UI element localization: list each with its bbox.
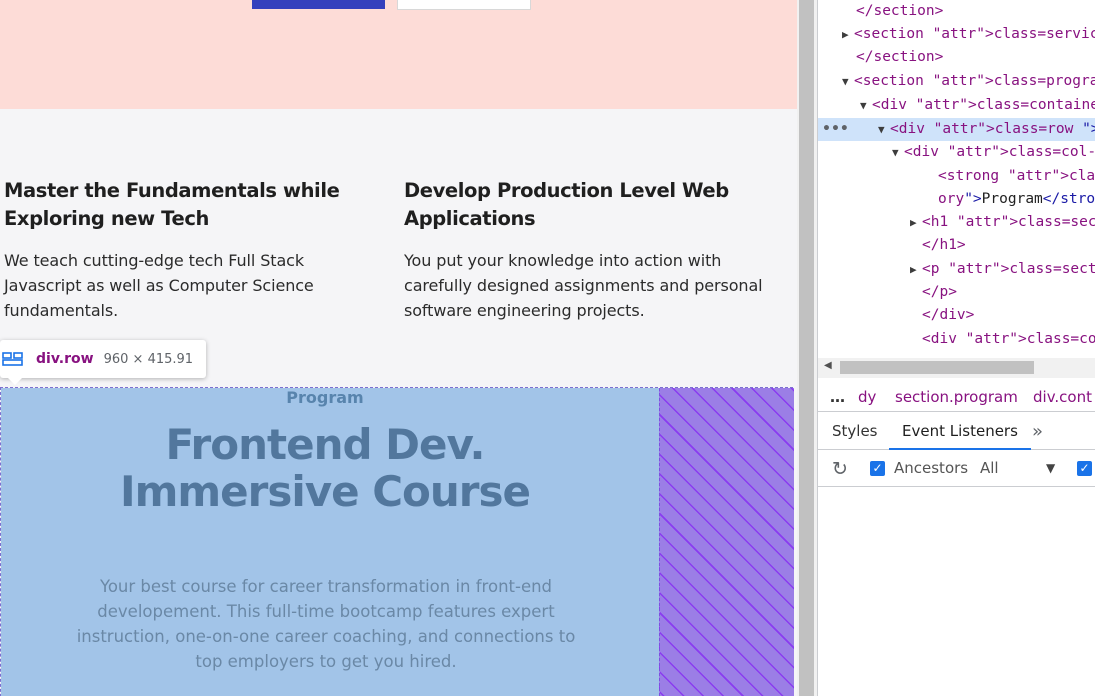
dom-node[interactable]: ▼<div "attr">class=container"> (818, 94, 1095, 117)
expand-toggle-icon[interactable]: ▼ (842, 70, 854, 93)
dom-node[interactable]: ory">Program</stro (818, 188, 1095, 211)
dom-horizontal-scrollbar[interactable]: ◀ (818, 358, 1095, 378)
dom-tree: </section> ▶ <section "attr">class=service… (818, 0, 1095, 356)
dom-node[interactable]: ▼<section "attr">class=program"> (818, 70, 1095, 93)
dom-node[interactable]: ▶<h1 "attr">class=section (818, 211, 1095, 234)
dom-node-text: ▶<section "attr">class=service"> (842, 23, 1095, 46)
filter-select[interactable]: All (980, 459, 999, 477)
framework-listeners-checkbox[interactable]: ✓ (1077, 461, 1092, 476)
program-title: Frontend Dev. Immersive Course (1, 421, 649, 515)
dom-node[interactable]: </section> (818, 46, 1095, 69)
program-label: Program (286, 388, 364, 407)
event-listeners-toolbar: ↻ ✓ Ancestors All ▼ ✓ (818, 451, 1095, 487)
dom-node[interactable]: ▼<div "attr">class=col-12 c (818, 141, 1095, 164)
breadcrumb-item[interactable]: div.cont (1033, 382, 1092, 412)
dom-node-text: </section> (856, 3, 944, 19)
highlighted-row-overlay: Program Frontend Dev. Immersive Course Y… (0, 387, 794, 696)
dom-node[interactable]: <div "attr">class=col-12 c (818, 328, 1095, 351)
feature-text: We teach cutting-edge tech Full Stack Ja… (4, 251, 314, 320)
tab-event-listeners[interactable]: Event Listeners (889, 413, 1031, 450)
refresh-icon[interactable]: ↻ (832, 458, 848, 480)
expand-toggle-icon[interactable]: ▶ (910, 258, 922, 281)
program-description: Your best course for career transformati… (76, 577, 576, 671)
expand-toggle-icon[interactable]: ▼ (892, 141, 904, 164)
more-breadcrumbs-icon[interactable]: … (830, 382, 845, 412)
node-actions-icon[interactable]: ••• (822, 118, 849, 141)
program-title-line-2: Immersive Course (119, 467, 531, 516)
tooltip-tag: div.row (36, 351, 94, 367)
feature-title: Develop Production Level Web Application… (404, 179, 729, 230)
dom-node-text: <strong "attr">class=sec (938, 168, 1095, 184)
primary-cta-button[interactable] (252, 0, 385, 9)
secondary-cta-button[interactable] (397, 0, 531, 10)
dom-node-text: </div> (922, 307, 975, 323)
devtools-panel: </section> ▶ <section "attr">class=service… (817, 0, 1095, 696)
expand-toggle-icon[interactable]: ▶ (910, 211, 922, 234)
page-scrollbar[interactable] (797, 0, 817, 696)
dom-node[interactable]: ▶<section "attr">class=service"> (818, 23, 1095, 46)
dom-scrollbar-thumb[interactable] (840, 361, 1034, 374)
dom-node-text: ▶<p "attr">class=section- (910, 258, 1095, 281)
program-title-line-1: Frontend Dev. (165, 420, 486, 469)
page-viewport: Master the Fundamentals while Exploring … (0, 0, 797, 696)
dom-node[interactable]: ▶<p "attr">class=section- (818, 258, 1095, 281)
dom-node-text: ory">Program</stro (938, 191, 1095, 207)
dom-node[interactable]: <strong "attr">class=sec (818, 165, 1095, 188)
tab-styles[interactable]: Styles (819, 413, 891, 450)
more-tabs-icon[interactable]: » (1032, 413, 1043, 450)
chevron-down-icon[interactable]: ▼ (1046, 461, 1055, 475)
ancestors-label: Ancestors (894, 459, 969, 477)
column-highlight: Program Frontend Dev. Immersive Course Y… (1, 388, 659, 696)
dom-node-text: </h1> (922, 237, 966, 253)
breadcrumb-item[interactable]: dy (858, 382, 876, 412)
dom-node-text: ▶<h1 "attr">class=section (910, 211, 1095, 234)
hero-section (0, 0, 797, 109)
dom-node[interactable]: </div> (818, 304, 1095, 327)
ancestors-checkbox[interactable]: ✓ (870, 461, 885, 476)
feature-card-fundamentals: Master the Fundamentals while Exploring … (4, 177, 374, 323)
breadcrumb-item[interactable]: section.program (895, 382, 1018, 412)
dom-node-text: </section> (856, 49, 944, 65)
feature-card-production: Develop Production Level Web Application… (404, 177, 774, 323)
feature-title: Master the Fundamentals while Exploring … (4, 179, 340, 230)
dom-node-text: ▼<div "attr">class=col-12 c (892, 141, 1095, 164)
dom-node-text: <div "attr">class=col-12 c (922, 331, 1095, 347)
inspect-tooltip: div.row 960 × 415.91 (0, 340, 206, 385)
breadcrumb: … dy section.program div.cont (818, 382, 1095, 412)
grid-layout-icon (2, 352, 23, 366)
feature-text: You put your knowledge into action with … (404, 251, 763, 320)
gap-highlight (659, 388, 794, 696)
dom-node[interactable]: </p> (818, 281, 1095, 304)
dom-node[interactable]: </h1> (818, 234, 1095, 257)
dom-node[interactable]: </section> (818, 0, 1095, 23)
dom-node[interactable]: ▼<div "attr">class=row ">fl ••• (818, 118, 1095, 141)
dom-node-text: ▼<section "attr">class=program"> (842, 70, 1095, 93)
page-scrollbar-thumb[interactable] (799, 0, 814, 696)
dom-node-text: ▼<div "attr">class=row ">fl (878, 118, 1095, 141)
scroll-left-icon[interactable]: ◀ (824, 360, 832, 371)
dom-node-text: ▼<div "attr">class=container"> (860, 94, 1095, 117)
expand-toggle-icon[interactable]: ▼ (878, 118, 890, 141)
expand-toggle-icon[interactable]: ▶ (842, 23, 854, 46)
tooltip-dimensions: 960 × 415.91 (103, 351, 194, 367)
devtools-tabs: Styles Event Listeners » (818, 413, 1095, 450)
expand-toggle-icon[interactable]: ▼ (860, 94, 872, 117)
dom-node-text: </p> (922, 284, 957, 300)
